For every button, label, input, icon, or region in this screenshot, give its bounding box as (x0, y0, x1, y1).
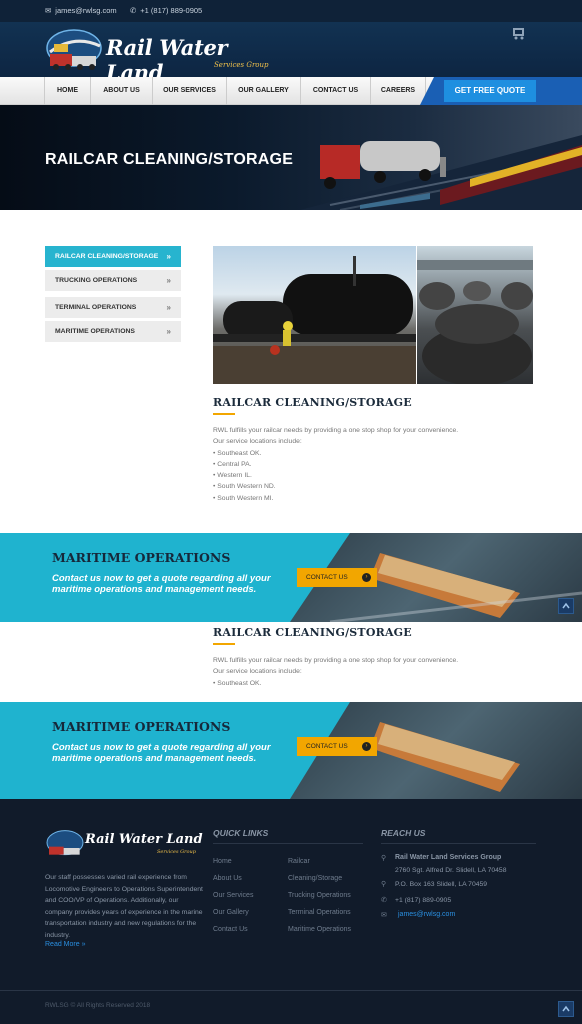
banner-title: MARITIME OPERATIONS (52, 550, 231, 565)
topbar-email-text: james@rwlsg.com (55, 6, 117, 15)
section-heading: RAILCAR CLEANING/STORAGE (213, 396, 412, 409)
copyright: RWLSG © All Rights Reserved 2018 (45, 1002, 151, 1009)
cart-icon[interactable] (512, 26, 528, 40)
contact-us-label: CONTACT US (306, 574, 348, 581)
email-icon: ✉ (45, 6, 52, 15)
sidebar-item-label: TERMINAL OPERATIONS (55, 304, 137, 311)
footer-link-terminal[interactable]: Terminal Operations (288, 904, 351, 921)
footer-divider (0, 990, 582, 991)
divider (381, 843, 536, 844)
contact-us-label: CONTACT US (306, 743, 348, 750)
footer-link-services[interactable]: Our Services (213, 887, 253, 904)
logo-emblem (46, 29, 102, 70)
divider (213, 843, 363, 844)
nav-home[interactable]: HOME (44, 77, 90, 105)
chevron-right-icon: » (166, 276, 171, 285)
footer-link-trucking[interactable]: Trucking Operations (288, 887, 351, 904)
locations-label: Our service locations include: (213, 668, 302, 676)
footer-pobox: P.O. Box 163 Slidell, LA 70459 (395, 881, 488, 888)
footer-link-maritime[interactable]: Maritime Operations (288, 921, 351, 938)
location-item: • Southeast OK. (213, 679, 262, 687)
footer-link-cleaning[interactable]: Cleaning/Storage (288, 870, 351, 887)
arrow-up-icon[interactable] (558, 598, 574, 614)
sidebar-item-maritime[interactable]: MARITIME OPERATIONS » (45, 321, 181, 342)
contact-us-button[interactable]: CONTACT US › (297, 737, 377, 756)
sidebar-item-label: TRUCKING OPERATIONS (55, 277, 138, 284)
section-heading-repeat: RAILCAR CLEANING/STORAGE (213, 626, 412, 639)
chevron-right-icon: » (166, 303, 171, 312)
footer-email[interactable]: james@rwlsg.com (398, 911, 455, 918)
footer-link-home[interactable]: Home (213, 853, 253, 870)
topbar-phone[interactable]: ✆ +1 (817) 889-0905 (130, 6, 202, 15)
nav-contact-us[interactable]: CONTACT US (300, 77, 370, 105)
chevron-right-icon: › (362, 573, 371, 582)
maritime-banner: MARITIME OPERATIONS Contact us now to ge… (0, 533, 582, 622)
chevron-right-icon: » (166, 252, 171, 261)
page-title: RAILCAR CLEANING/STORAGE (45, 151, 294, 168)
sidebar-item-railcar-cleaning[interactable]: RAILCAR CLEANING/STORAGE » (45, 246, 181, 267)
topbar-email[interactable]: ✉ james@rwlsg.com (45, 6, 117, 15)
top-bar: ✉ james@rwlsg.com ✆ +1 (817) 889-0905 (0, 0, 582, 22)
section-body: RWL fulfills your railcar needs by provi… (213, 425, 503, 504)
arrow-up-icon[interactable] (558, 1001, 574, 1017)
location-item: • South Western MI. (213, 494, 274, 502)
banner-text: Contact us now to get a quote regarding … (52, 573, 271, 595)
railcar-photo-2 (417, 246, 533, 384)
banner-title: MARITIME OPERATIONS (52, 719, 231, 734)
nav-careers[interactable]: CAREERS (370, 77, 426, 105)
logo[interactable]: Rail Water Land Services Group (44, 26, 284, 85)
location-item: • South Western ND. (213, 483, 276, 491)
footer-link-railcar[interactable]: Railcar (288, 853, 351, 870)
footer-brand-name: Rail Water Land (85, 832, 203, 847)
phone-icon: ✆ (381, 897, 387, 904)
quick-links-title: QUICK LINKS (213, 828, 269, 838)
topbar-phone-text: +1 (817) 889-0905 (140, 6, 203, 15)
reach-us-title: REACH US (381, 828, 426, 838)
brand-tagline: Services Group (214, 61, 269, 69)
map-marker-icon: ⚲ (381, 881, 387, 888)
sidebar-item-terminal[interactable]: TERMINAL OPERATIONS » (45, 297, 181, 318)
get-free-quote-button[interactable]: GET FREE QUOTE (444, 80, 536, 102)
footer-address: 2760 Sgt. Alfred Dr. Slidell, LA 70458 (395, 867, 507, 874)
nav-about-us[interactable]: ABOUT US (90, 77, 152, 105)
footer-link-contact[interactable]: Contact Us (213, 921, 253, 938)
footer-brand-tagline: Services Group (157, 849, 196, 855)
map-marker-icon: ⚲ (381, 855, 387, 862)
envelope-icon: ✉ (381, 912, 387, 919)
footer-logo[interactable]: Rail Water Land Services Group (45, 828, 205, 862)
footer-about: Our staff possesses varied rail experien… (45, 874, 203, 939)
sidebar-item-label: RAILCAR CLEANING/STORAGE (55, 253, 159, 260)
section-body-repeat: RWL fulfills your railcar needs by provi… (213, 655, 503, 693)
railcar-photo-1 (213, 246, 416, 384)
locations-label: Our service locations include: (213, 438, 302, 446)
location-item: • Southeast OK. (213, 449, 262, 457)
footer-phone[interactable]: +1 (817) 889-0905 (395, 895, 451, 907)
quick-links-col-1: Home About Us Our Services Our Gallery C… (213, 853, 253, 938)
sidebar-item-label: MARITIME OPERATIONS (55, 328, 135, 335)
nav-our-services[interactable]: OUR SERVICES (152, 77, 226, 105)
logo-emblem (46, 830, 84, 856)
chevron-right-icon: » (166, 327, 171, 336)
nav-our-gallery[interactable]: OUR GALLERY (226, 77, 300, 105)
footer-link-about[interactable]: About Us (213, 870, 253, 887)
banner-text: Contact us now to get a quote regarding … (52, 742, 271, 764)
location-item: • Central PA. (213, 460, 252, 468)
heading-underline (213, 413, 235, 415)
read-more-link[interactable]: Read More » (45, 941, 85, 948)
maritime-banner-2: MARITIME OPERATIONS Contact us now to ge… (0, 702, 582, 799)
intro-text: RWL fulfills your railcar needs by provi… (213, 427, 459, 434)
contact-us-button[interactable]: CONTACT US › (297, 568, 377, 587)
location-item: • Western IL. (213, 472, 252, 480)
quick-links-col-2: Railcar Cleaning/Storage Trucking Operat… (288, 853, 351, 938)
sidebar-item-trucking[interactable]: TRUCKING OPERATIONS » (45, 270, 181, 291)
chevron-right-icon: › (362, 742, 371, 751)
phone-icon: ✆ (130, 6, 137, 15)
footer-company: Rail Water Land Services Group (395, 854, 502, 861)
intro-text: RWL fulfills your railcar needs by provi… (213, 657, 459, 664)
heading-underline (213, 643, 235, 645)
footer-link-gallery[interactable]: Our Gallery (213, 904, 253, 921)
